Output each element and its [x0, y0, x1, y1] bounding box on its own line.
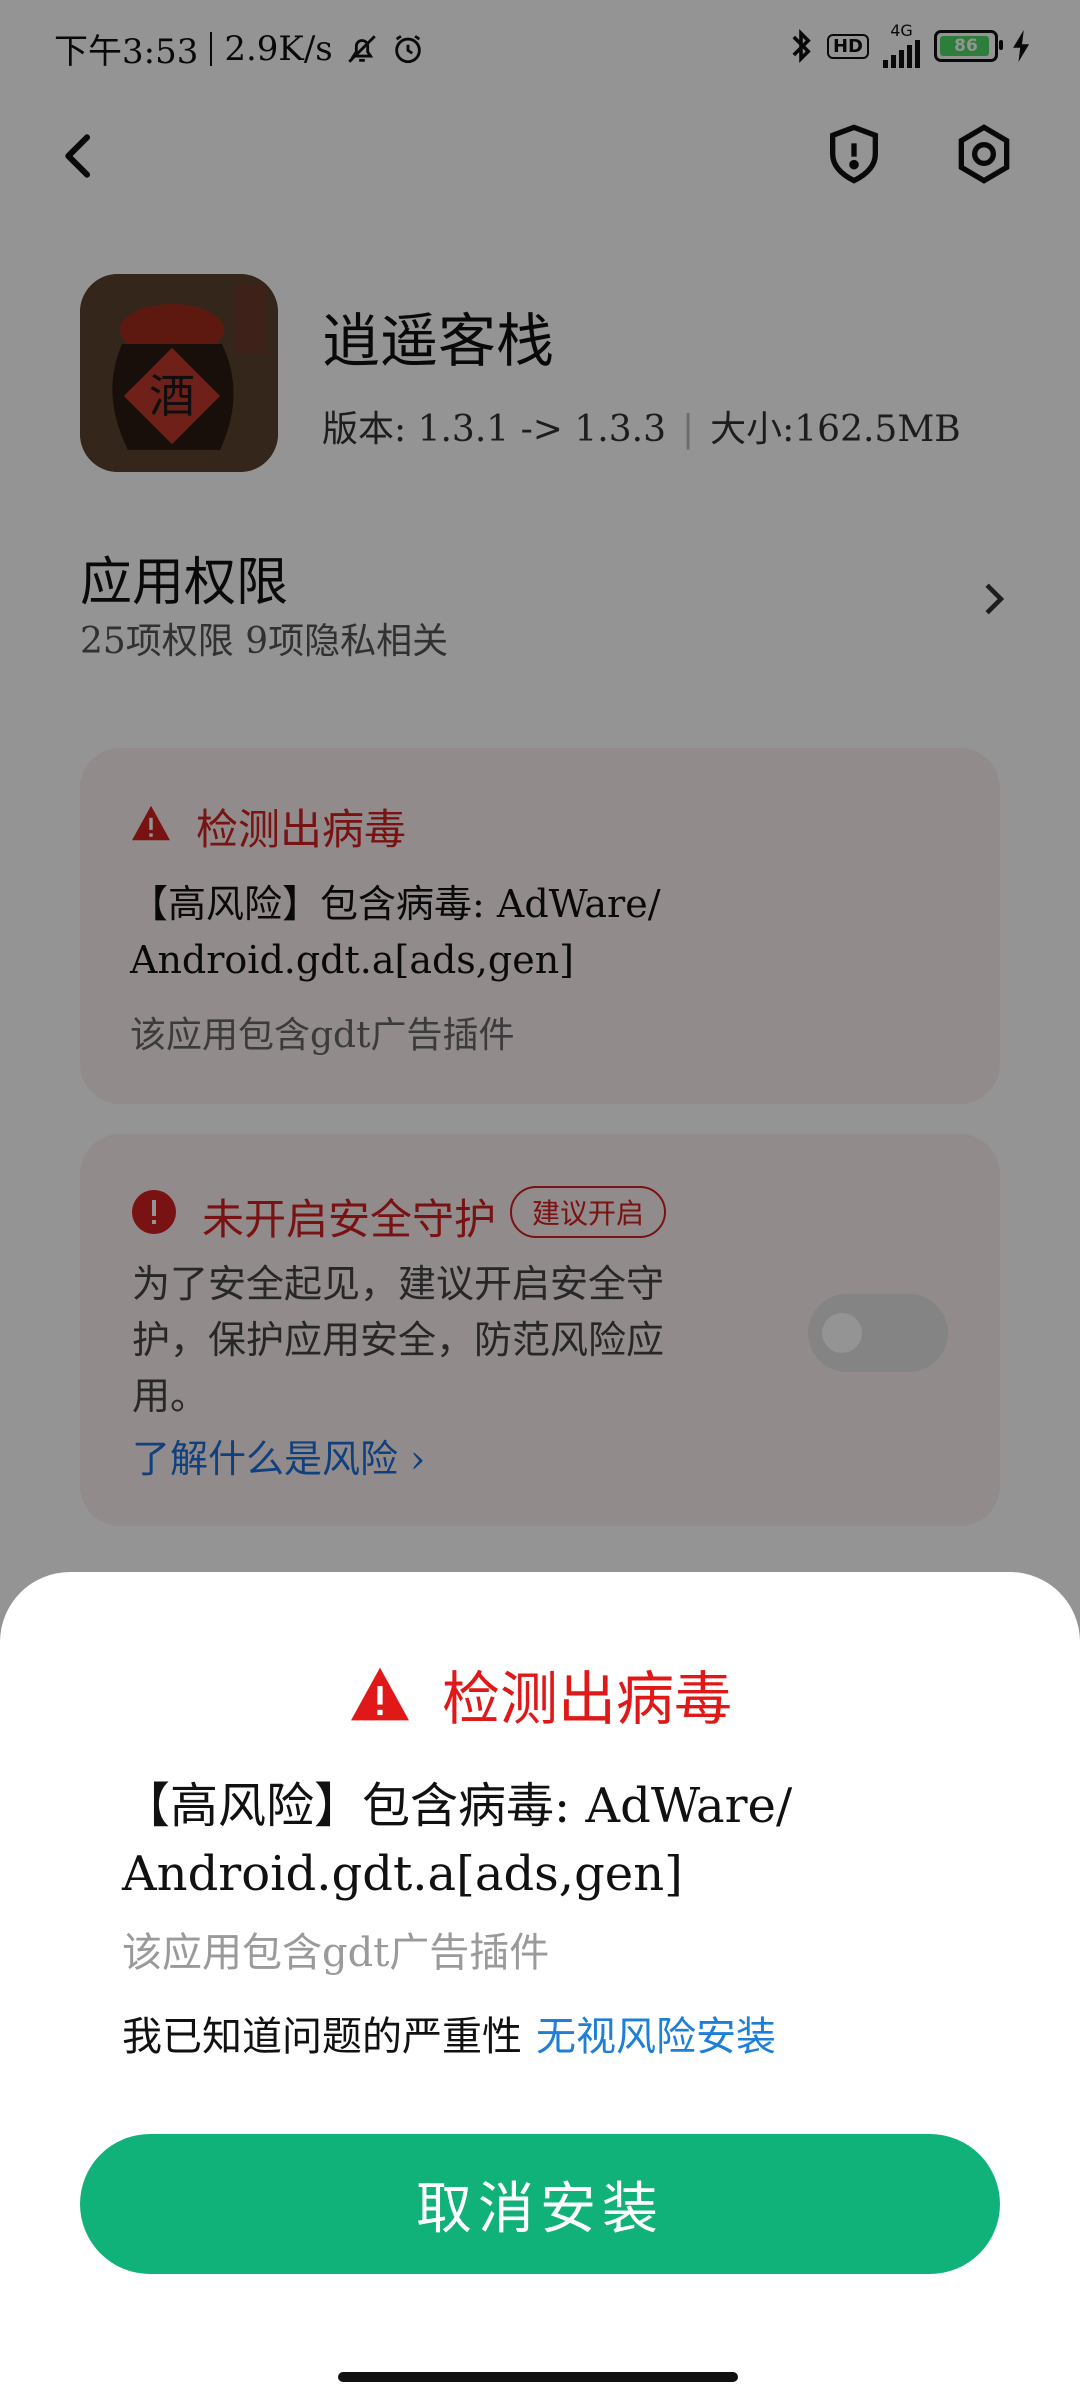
- sheet-risk-line1: 【高风险】包含病毒: AdWare/: [122, 1778, 793, 1834]
- sheet-ack: 我已知道问题的严重性 无视风险安装: [122, 2004, 776, 2062]
- home-indicator[interactable]: [338, 2372, 738, 2382]
- sheet-risk: 【高风险】包含病毒: AdWare/ Android.gdt.a[ads,gen…: [122, 1772, 962, 1908]
- sheet-desc: 该应用包含gdt广告插件: [122, 1930, 550, 1976]
- sheet-risk-line2: Android.gdt.a[ads,gen]: [122, 1846, 683, 1902]
- sheet-header: 检测出病毒: [0, 1652, 1080, 1736]
- virus-alert-sheet: 检测出病毒 【高风险】包含病毒: AdWare/ Android.gdt.a[a…: [0, 1572, 1080, 2400]
- warning-icon: [350, 1667, 409, 1721]
- sheet-title: 检测出病毒: [441, 1665, 732, 1733]
- ignore-risk-install-link[interactable]: 无视风险安装: [536, 2014, 776, 2060]
- cancel-install-button[interactable]: 取消安装: [80, 2134, 1000, 2274]
- ack-text: 我已知道问题的严重性: [122, 2014, 522, 2060]
